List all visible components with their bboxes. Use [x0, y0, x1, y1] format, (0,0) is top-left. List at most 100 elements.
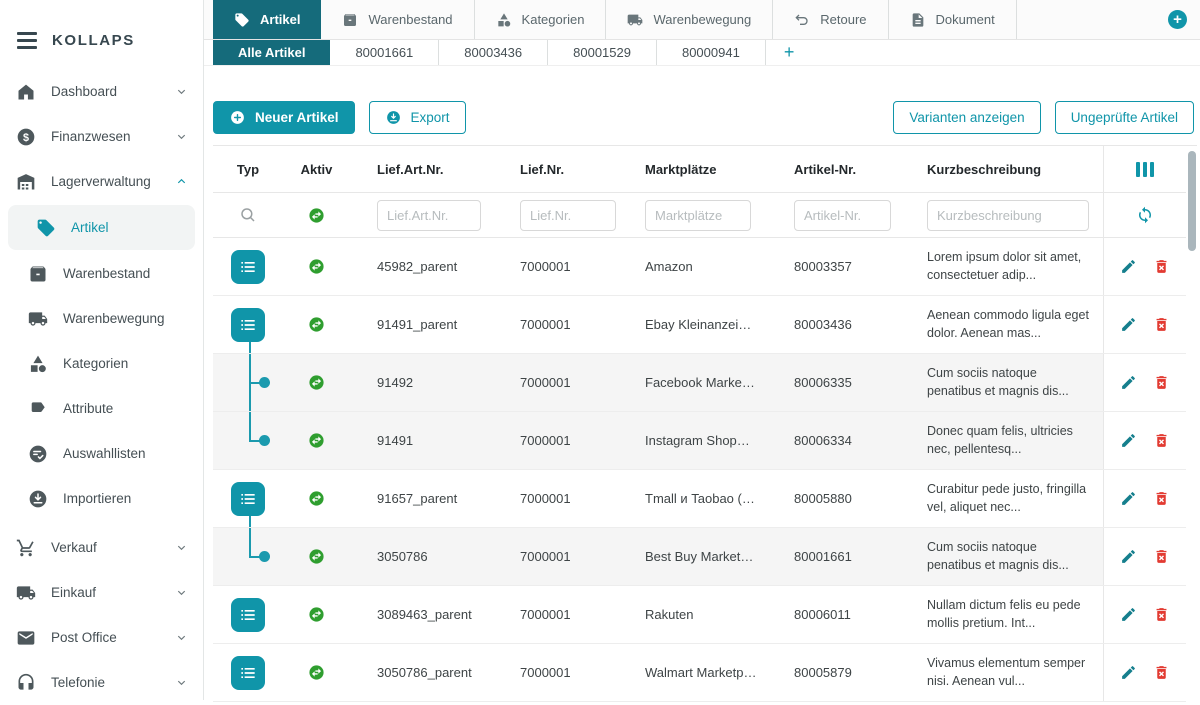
tab-artikel[interactable]: Artikel — [213, 0, 321, 39]
active-icon[interactable] — [308, 258, 325, 275]
tag-icon — [36, 218, 56, 238]
tab-label: Warenbewegung — [653, 12, 751, 27]
edit-icon[interactable] — [1120, 490, 1137, 507]
tab-kategorien[interactable]: Kategorien — [475, 0, 607, 39]
delete-icon[interactable] — [1153, 258, 1170, 275]
delete-icon[interactable] — [1153, 490, 1170, 507]
table-row[interactable]: 91491 7000001 Instagram Shopping 8000633… — [213, 412, 1186, 470]
edit-icon[interactable] — [1120, 258, 1137, 275]
subtab-article[interactable]: 80001529 — [548, 40, 657, 65]
sidebar-item-einkauf[interactable]: Einkauf — [0, 570, 203, 615]
sidebar-item-telefonie[interactable]: Telefonie — [0, 660, 203, 705]
lief-art-nr-filter-input[interactable] — [377, 200, 481, 231]
subtab-article[interactable]: 80000941 — [657, 40, 766, 65]
table-row[interactable]: 91492 7000001 Facebook Marketp... 800063… — [213, 354, 1186, 412]
tab-warenbewegung[interactable]: Warenbewegung — [606, 0, 773, 39]
sidebar-item-artikel[interactable]: Artikel — [8, 205, 195, 250]
table-row[interactable]: 45982_parent 7000001 Amazon 80003357 Lor… — [213, 238, 1186, 296]
active-icon[interactable] — [308, 432, 325, 449]
add-article-tab-button[interactable]: + — [766, 40, 813, 65]
tab-label: Warenbestand — [368, 12, 452, 27]
edit-icon[interactable] — [1120, 316, 1137, 333]
sidebar-item-attribute[interactable]: Attribute — [0, 386, 203, 431]
sidebar-item-warenbestand[interactable]: Warenbestand — [0, 251, 203, 296]
kurzbeschreibung: Donec quam felis, ultricies nec, pellent… — [927, 423, 1103, 458]
tab-warenbestand[interactable]: Warenbestand — [321, 0, 474, 39]
sidebar-item-kategorien[interactable]: Kategorien — [0, 341, 203, 386]
active-icon[interactable] — [308, 606, 325, 623]
table-row[interactable]: 91491_parent 7000001 Ebay Kleinanzeigen … — [213, 296, 1186, 354]
active-icon[interactable] — [308, 316, 325, 333]
table-row[interactable]: 3050786 7000001 Best Buy Marketpl... 800… — [213, 528, 1186, 586]
edit-icon[interactable] — [1120, 664, 1137, 681]
tab-label: Artikel — [260, 12, 300, 27]
marktplaetze-filter-input[interactable] — [645, 200, 751, 231]
tab-dokument[interactable]: Dokument — [889, 0, 1017, 39]
delete-icon[interactable] — [1153, 664, 1170, 681]
edit-icon[interactable] — [1120, 606, 1137, 623]
active-icon[interactable] — [308, 490, 325, 507]
add-tab-button[interactable]: + — [1168, 10, 1187, 29]
delete-icon[interactable] — [1153, 606, 1170, 623]
col-typ: Typ — [213, 146, 283, 192]
subtab-alle-artikel[interactable]: Alle Artikel — [213, 40, 330, 65]
sidebar-item-importieren[interactable]: Importieren — [0, 476, 203, 521]
export-button[interactable]: Export — [369, 101, 466, 134]
lief-nr: 7000001 — [520, 549, 579, 564]
sidebar-item-label: Einkauf — [51, 585, 96, 600]
columns-icon[interactable] — [1136, 162, 1155, 177]
delete-icon[interactable] — [1153, 548, 1170, 565]
checklist-icon — [28, 444, 48, 464]
delete-icon[interactable] — [1153, 432, 1170, 449]
sidebar-item-finanzwesen[interactable]: $ Finanzwesen — [0, 114, 203, 159]
kurzbeschreibung-filter-input[interactable] — [927, 200, 1089, 231]
sidebar-item-label: Warenbewegung — [63, 311, 165, 326]
swap-circle-icon[interactable] — [308, 207, 325, 224]
sidebar-item-label: Warenbestand — [63, 266, 150, 281]
table-row[interactable]: 3089463_parent 7000001 Rakuten 80006011 … — [213, 586, 1186, 644]
lief-nr: 7000001 — [520, 607, 579, 622]
sidebar-item-lagerverwaltung[interactable]: Lagerverwaltung — [0, 159, 203, 204]
active-icon[interactable] — [308, 374, 325, 391]
unchecked-articles-button[interactable]: Ungeprüfte Artikel — [1055, 101, 1194, 134]
lief-art-nr: 91491_parent — [377, 317, 465, 332]
refresh-icon[interactable] — [1136, 206, 1154, 224]
parent-article-icon[interactable] — [231, 598, 265, 632]
artikel-nr-filter-input[interactable] — [794, 200, 891, 231]
truck-icon — [16, 583, 36, 603]
new-article-button[interactable]: Neuer Artikel — [213, 101, 355, 134]
edit-icon[interactable] — [1120, 374, 1137, 391]
lief-art-nr: 91491 — [377, 433, 421, 448]
sidebar-item-warenbewegung[interactable]: Warenbewegung — [0, 296, 203, 341]
parent-article-icon[interactable] — [231, 308, 265, 342]
table-row[interactable]: 91657_parent 7000001 Tmall и Taobao (Al.… — [213, 470, 1186, 528]
menu-icon[interactable] — [17, 32, 37, 49]
sidebar-item-auswahllisten[interactable]: Auswahllisten — [0, 431, 203, 476]
sidebar-item-dashboard[interactable]: Dashboard — [0, 69, 203, 114]
sidebar-item-label: Post Office — [51, 630, 117, 645]
subtab-article[interactable]: 80003436 — [439, 40, 548, 65]
active-icon[interactable] — [308, 548, 325, 565]
subtab-article[interactable]: 80001661 — [330, 40, 439, 65]
kurzbeschreibung: Cum sociis natoque penatibus et magnis d… — [927, 365, 1103, 400]
lief-nr-filter-input[interactable] — [520, 200, 616, 231]
tab-retoure[interactable]: Retoure — [773, 0, 888, 39]
parent-article-icon[interactable] — [231, 656, 265, 690]
show-variants-button[interactable]: Varianten anzeigen — [893, 101, 1040, 134]
delete-icon[interactable] — [1153, 374, 1170, 391]
chevron-down-icon — [176, 587, 187, 598]
sidebar-item-verkauf[interactable]: Verkauf — [0, 525, 203, 570]
delete-icon[interactable] — [1153, 316, 1170, 333]
parent-article-icon[interactable] — [231, 482, 265, 516]
scrollbar-thumb[interactable] — [1188, 151, 1196, 251]
artikel-nr: 80006334 — [794, 433, 860, 448]
parent-article-icon[interactable] — [231, 250, 265, 284]
sidebar-item-post-office[interactable]: Post Office — [0, 615, 203, 660]
edit-icon[interactable] — [1120, 432, 1137, 449]
table-filter-row — [213, 193, 1186, 238]
table-row[interactable]: 3050786_parent 7000001 Walmart Marketpl.… — [213, 644, 1186, 702]
filter-lief-nr — [495, 193, 630, 237]
marktplatz: Best Buy Marketpl... — [645, 549, 765, 564]
edit-icon[interactable] — [1120, 548, 1137, 565]
active-icon[interactable] — [308, 664, 325, 681]
